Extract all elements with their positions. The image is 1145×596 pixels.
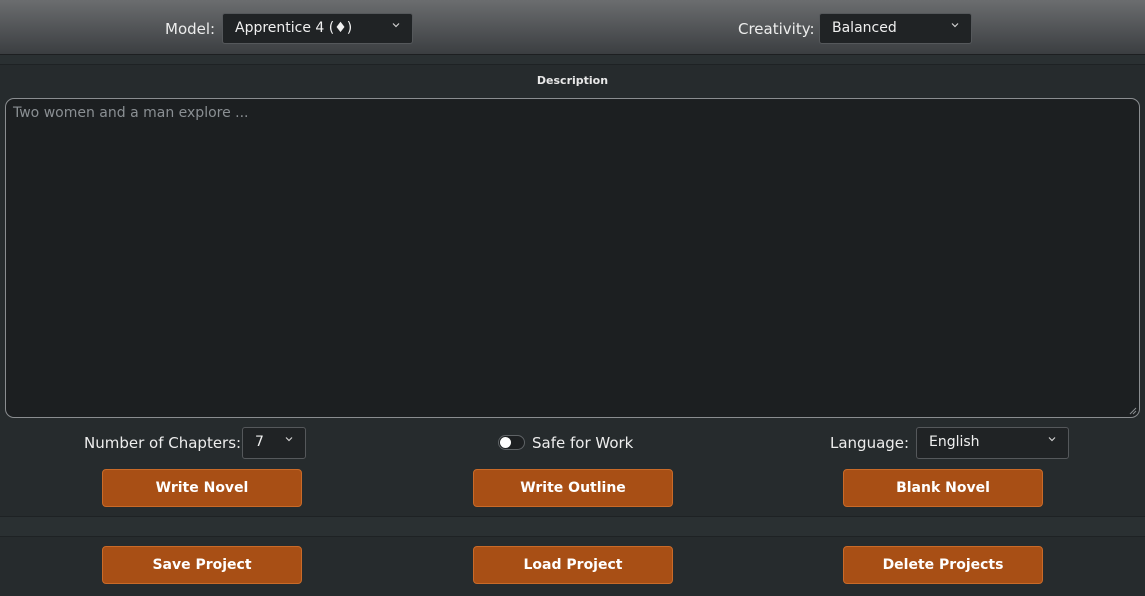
language-select-value: English bbox=[929, 434, 980, 450]
language-label: Language: bbox=[830, 434, 910, 452]
divider bbox=[0, 55, 1145, 65]
resize-handle-icon[interactable] bbox=[1129, 407, 1137, 415]
delete-projects-button[interactable]: Delete Projects bbox=[843, 546, 1043, 584]
toggle-knob bbox=[500, 437, 511, 448]
model-select-value: Apprentice 4 (♦) bbox=[235, 20, 353, 36]
write-outline-button[interactable]: Write Outline bbox=[473, 469, 673, 507]
chapters-label: Number of Chapters: bbox=[84, 434, 242, 452]
model-label: Model: bbox=[165, 20, 216, 38]
chevron-down-icon bbox=[1048, 437, 1056, 442]
description-input[interactable]: Two women and a man explore ... bbox=[5, 98, 1140, 418]
blank-novel-button[interactable]: Blank Novel bbox=[843, 469, 1043, 507]
write-novel-button[interactable]: Write Novel bbox=[102, 469, 302, 507]
chapters-select[interactable]: 7 bbox=[242, 427, 306, 459]
description-placeholder: Two women and a man explore ... bbox=[13, 105, 249, 121]
divider bbox=[0, 516, 1145, 537]
chevron-down-icon bbox=[392, 23, 400, 28]
safe-for-work-toggle[interactable] bbox=[498, 435, 525, 450]
save-project-button[interactable]: Save Project bbox=[102, 546, 302, 584]
chevron-down-icon bbox=[951, 23, 959, 28]
load-project-button[interactable]: Load Project bbox=[473, 546, 673, 584]
creativity-select-value: Balanced bbox=[832, 20, 897, 36]
creativity-select[interactable]: Balanced bbox=[819, 13, 972, 44]
chapters-select-value: 7 bbox=[255, 434, 264, 450]
model-select[interactable]: Apprentice 4 (♦) bbox=[222, 13, 413, 44]
chevron-down-icon bbox=[285, 437, 293, 442]
description-heading: Description bbox=[536, 74, 609, 87]
creativity-label: Creativity: bbox=[738, 20, 815, 38]
safe-for-work-label: Safe for Work bbox=[532, 434, 634, 452]
language-select[interactable]: English bbox=[916, 427, 1069, 459]
top-toolbar: Model: Apprentice 4 (♦) Creativity: Bala… bbox=[0, 0, 1145, 55]
